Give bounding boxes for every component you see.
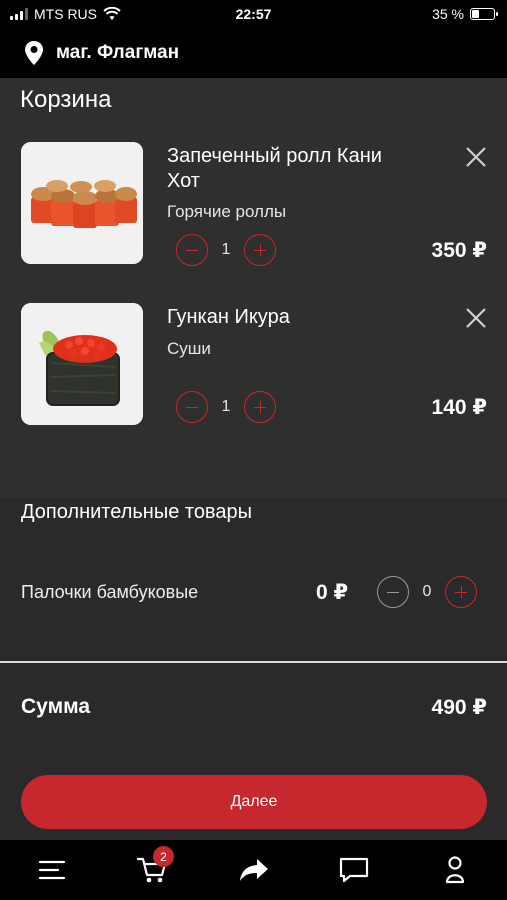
battery-percent: 35 % xyxy=(432,6,464,22)
item-category: Горячие роллы xyxy=(167,202,287,221)
decrease-button[interactable] xyxy=(176,234,208,266)
total-value: 490 ₽ xyxy=(431,696,487,719)
battery-fill xyxy=(472,10,480,18)
page-title: Корзина xyxy=(20,86,112,113)
cart-panel: Корзина Запеченный ролл Кани Хот Горячие… xyxy=(0,78,507,498)
remove-item-icon[interactable] xyxy=(465,307,487,329)
extra-item: Палочки бамбуковые 0 ₽ 0 xyxy=(0,568,507,616)
next-button[interactable]: Далее xyxy=(21,775,487,829)
extras-title: Дополнительные товары xyxy=(21,501,252,523)
battery-icon xyxy=(470,8,498,20)
quantity-stepper: 1 xyxy=(176,391,276,423)
share-icon xyxy=(240,859,268,881)
extra-item-price: 0 ₽ xyxy=(316,581,349,604)
decrease-button[interactable] xyxy=(377,576,409,608)
nav-chat[interactable] xyxy=(324,840,384,900)
nav-profile[interactable] xyxy=(425,840,485,900)
store-selector[interactable]: маг. Флагман xyxy=(0,28,507,78)
nav-cart[interactable]: 2 xyxy=(122,840,182,900)
product-image-baked-roll xyxy=(21,142,143,264)
status-bar: MTS RUS 22:57 35 % xyxy=(0,0,507,28)
status-right: 35 % xyxy=(432,6,498,22)
cart-badge: 2 xyxy=(153,846,174,867)
profile-icon xyxy=(445,856,465,884)
quantity-value: 0 xyxy=(422,583,432,600)
increase-button[interactable] xyxy=(445,576,477,608)
clock: 22:57 xyxy=(235,6,272,22)
chat-icon xyxy=(339,857,369,883)
extra-quantity-stepper: 0 xyxy=(377,576,477,608)
quantity-value: 1 xyxy=(221,398,231,415)
quantity-value: 1 xyxy=(221,241,231,258)
item-name: Запеченный ролл Кани Хот xyxy=(167,145,382,192)
quantity-stepper: 1 xyxy=(176,234,276,266)
extra-item-name: Палочки бамбуковые xyxy=(21,582,199,602)
item-price: 140 ₽ xyxy=(431,396,487,419)
nav-share[interactable] xyxy=(224,840,284,900)
bottom-nav: 2 xyxy=(0,840,507,900)
item-price: 350 ₽ xyxy=(431,239,487,262)
cart-item: Запеченный ролл Кани Хот Горячие роллы 1… xyxy=(0,142,507,272)
product-image-gunkan xyxy=(21,303,143,425)
nav-menu[interactable] xyxy=(22,840,82,900)
cart-screen: Корзина Запеченный ролл Кани Хот Горячие… xyxy=(0,78,507,840)
item-category: Суши xyxy=(167,339,211,358)
store-name: маг. Флагман xyxy=(56,42,180,63)
divider xyxy=(0,661,507,663)
decrease-button[interactable] xyxy=(176,391,208,423)
cart-item: Гункан Икура Суши 1 140 ₽ xyxy=(0,303,507,433)
menu-icon xyxy=(38,860,66,880)
total-label: Сумма xyxy=(21,695,91,718)
increase-button[interactable] xyxy=(244,391,276,423)
location-pin-icon xyxy=(25,41,43,65)
remove-item-icon[interactable] xyxy=(465,146,487,168)
item-name: Гункан Икура xyxy=(167,306,290,328)
increase-button[interactable] xyxy=(244,234,276,266)
